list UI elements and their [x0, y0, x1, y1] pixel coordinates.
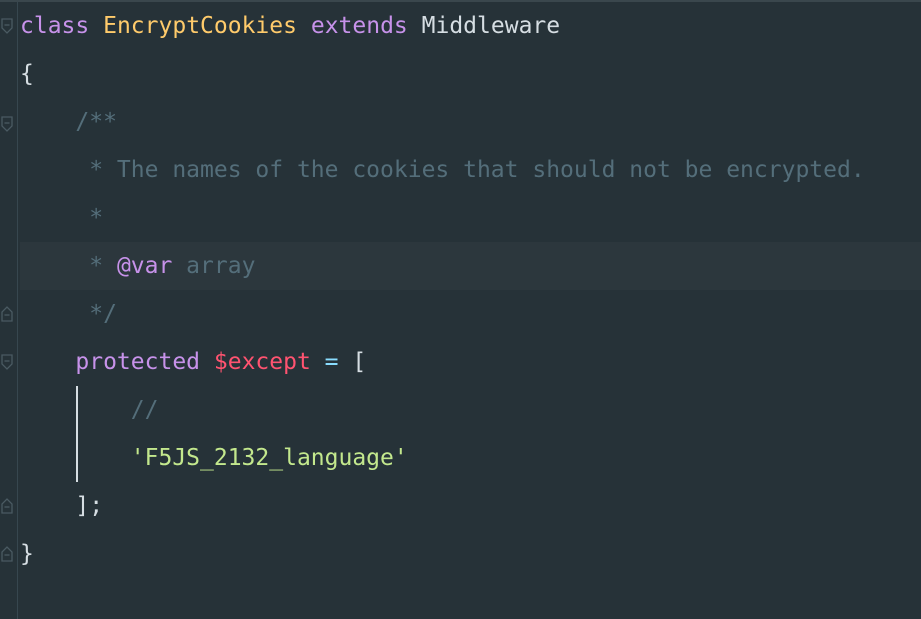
editor-gutter	[0, 2, 18, 619]
code-token: array	[172, 253, 256, 279]
code-token: }	[20, 541, 34, 567]
code-line[interactable]: //	[20, 386, 921, 434]
indent-guide	[76, 386, 78, 482]
fold-collapse-icon[interactable]	[1, 116, 15, 132]
code-token: *	[20, 205, 104, 231]
code-line[interactable]: {	[20, 50, 921, 98]
code-line[interactable]: */	[20, 290, 921, 338]
code-token: /**	[20, 109, 117, 135]
code-token: extends	[310, 13, 408, 39]
fold-expand-end-icon[interactable]	[1, 498, 15, 514]
code-token: {	[20, 61, 34, 87]
code-token: @var	[116, 253, 173, 279]
code-token: 'F5JS_2132_language'	[130, 445, 408, 471]
code-line[interactable]: }	[20, 530, 921, 578]
code-token: Middleware	[421, 13, 561, 39]
code-token: * The names of the cookies that should n…	[20, 157, 865, 183]
code-token: class	[20, 13, 90, 39]
code-line[interactable]: ];	[20, 482, 921, 530]
fold-expand-end-icon[interactable]	[1, 306, 15, 322]
code-token: EncryptCookies	[103, 13, 297, 39]
code-line[interactable]: class EncryptCookies extends Middleware	[20, 2, 921, 50]
code-token: ];	[20, 493, 104, 519]
code-token: =	[324, 349, 339, 375]
code-line[interactable]: protected $except = [	[20, 338, 921, 386]
code-token: $except	[213, 349, 311, 375]
code-token: protected	[75, 349, 201, 375]
code-line[interactable]: /**	[20, 98, 921, 146]
code-token: */	[20, 301, 117, 327]
code-token: //	[20, 397, 159, 423]
fold-expand-end-icon[interactable]	[1, 546, 15, 562]
code-line[interactable]: 'F5JS_2132_language'	[20, 434, 921, 482]
code-token: [	[338, 349, 367, 375]
code-token: *	[20, 253, 117, 279]
fold-collapse-icon[interactable]	[1, 18, 15, 34]
code-line[interactable]: *	[20, 194, 921, 242]
code-editor[interactable]: class EncryptCookies extends Middleware {…	[0, 0, 921, 619]
fold-collapse-icon[interactable]	[1, 354, 15, 370]
code-line[interactable]: * @var array	[20, 242, 921, 290]
code-line[interactable]: * The names of the cookies that should n…	[20, 146, 921, 194]
